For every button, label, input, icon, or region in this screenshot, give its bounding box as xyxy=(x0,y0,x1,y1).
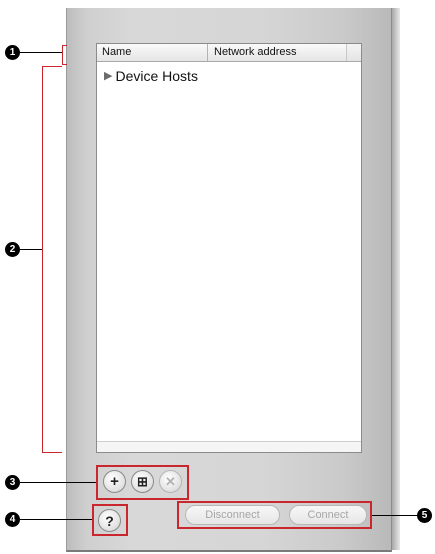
callout-line-2 xyxy=(20,249,42,250)
callout-line-1 xyxy=(14,52,62,53)
callout-number-2: 2 xyxy=(5,242,20,257)
callout-line-5 xyxy=(372,515,417,516)
table-bottom-bar xyxy=(97,441,361,452)
callout-number-1: 1 xyxy=(5,45,20,60)
callout-line-4 xyxy=(20,519,92,520)
callout-box-4 xyxy=(92,504,128,536)
callout-number-5: 5 xyxy=(417,508,432,523)
callout-number-3: 3 xyxy=(5,475,20,490)
device-table[interactable]: Name Network address ▶ Device Hosts xyxy=(96,43,362,453)
table-header: Name Network address xyxy=(97,44,361,62)
callout-bracket-2 xyxy=(42,66,62,453)
callout-line-3 xyxy=(20,482,96,483)
table-row-device-hosts[interactable]: ▶ Device Hosts xyxy=(97,67,361,84)
disclosure-triangle-icon[interactable]: ▶ xyxy=(104,69,112,82)
column-header-network-address[interactable]: Network address xyxy=(208,44,346,61)
row-label: Device Hosts xyxy=(115,67,198,84)
callout-bracket-1 xyxy=(62,45,67,65)
callout-number-4: 4 xyxy=(5,512,20,527)
drawer-edge xyxy=(392,8,400,550)
column-header-name[interactable]: Name xyxy=(97,44,208,61)
header-corner xyxy=(346,44,361,61)
callout-box-3 xyxy=(96,465,189,500)
callout-box-5 xyxy=(177,501,372,529)
